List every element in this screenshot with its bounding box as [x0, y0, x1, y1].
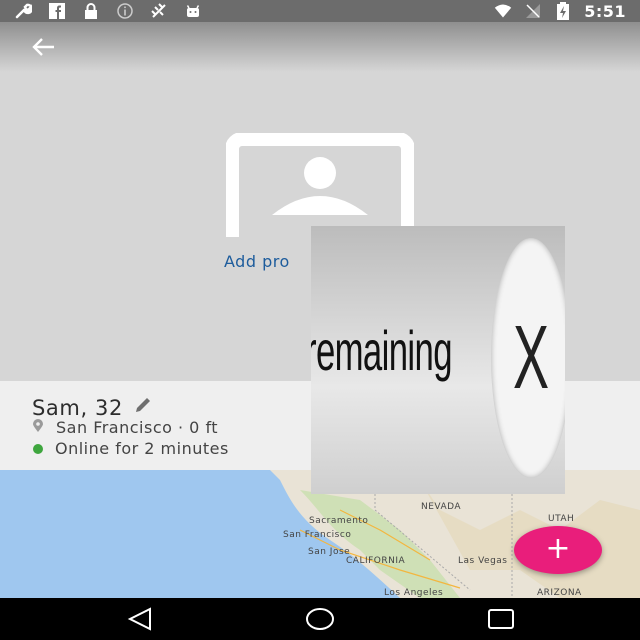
map-label: UTAH [548, 514, 575, 524]
map-label: NEVADA [421, 502, 462, 512]
add-fab-button[interactable]: + [514, 526, 602, 574]
map-label: Las Vegas [458, 556, 508, 566]
home-circle-icon[interactable] [305, 606, 335, 632]
profile-photo-placeholder[interactable] [225, 132, 415, 266]
back-triangle-icon[interactable] [126, 606, 156, 632]
location-pin-icon [32, 418, 44, 437]
location-row: San Francisco · 0 ft [32, 418, 218, 437]
overlay-text: remaining [311, 319, 453, 382]
overlay-ad[interactable]: remaining X [311, 226, 565, 494]
map-label: ARIZONA [537, 588, 582, 598]
battery-icon [554, 2, 572, 20]
map-label: Los Angeles [384, 588, 444, 598]
map-label: San Jose [308, 547, 351, 557]
profile-name: Sam [32, 395, 81, 420]
online-dot-icon [33, 443, 43, 454]
status-time: 5:51 [584, 1, 626, 21]
online-row: Online for 2 minutes [32, 439, 229, 458]
navigation-bar [0, 598, 640, 640]
map-label: CALIFORNIA [346, 556, 406, 566]
close-label: X [512, 307, 550, 408]
info-icon [116, 2, 134, 20]
close-icon[interactable]: X [491, 238, 565, 478]
add-photo-link[interactable]: Add pro [224, 252, 290, 271]
name-age-row: Sam, 32 [32, 395, 153, 420]
online-status: Online for 2 minutes [55, 439, 229, 458]
recents-square-icon[interactable] [486, 606, 516, 632]
map-label: San Francisco [283, 530, 352, 540]
location-text: San Francisco · 0 ft [56, 418, 219, 437]
satellite-icon [150, 2, 168, 20]
wrench-icon [14, 2, 32, 20]
wifi-icon [494, 2, 512, 20]
profile-age: 32 [95, 395, 123, 420]
app-header [0, 22, 640, 72]
lock-icon [82, 2, 100, 20]
facebook-icon [48, 2, 66, 20]
pencil-icon[interactable] [133, 395, 153, 420]
android-icon [184, 2, 202, 20]
map-label: Sacramento [309, 516, 369, 526]
signal-icon [524, 2, 542, 20]
status-bar: 5:51 [0, 0, 640, 22]
arrow-left-icon[interactable] [28, 34, 58, 60]
